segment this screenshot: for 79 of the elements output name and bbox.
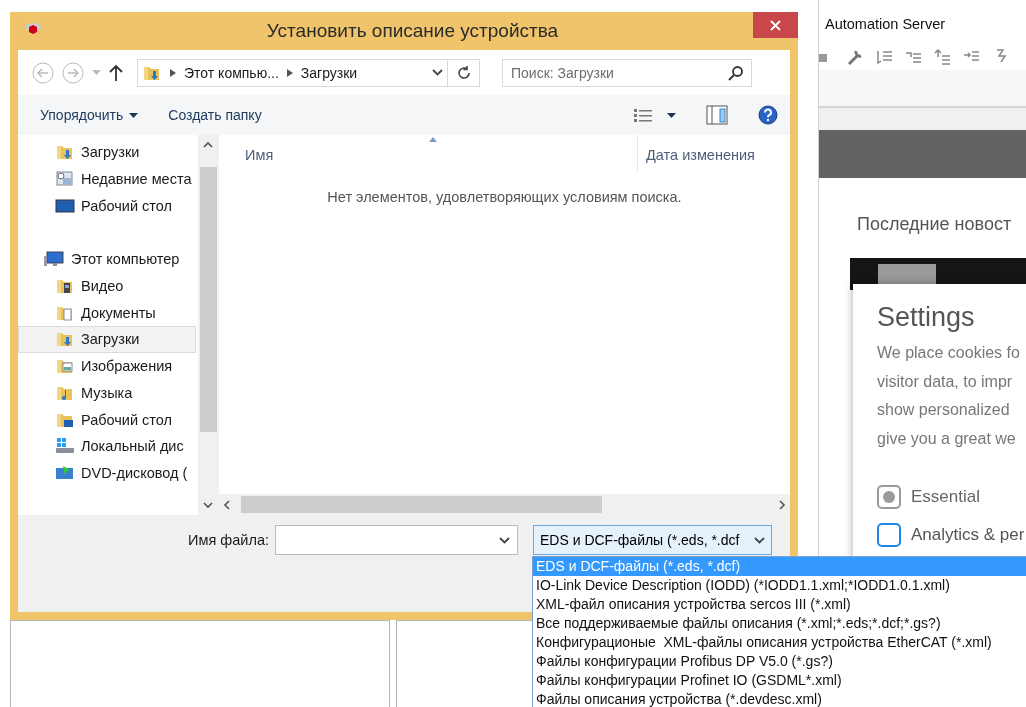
address-dropdown-icon: [432, 69, 443, 76]
scroll-down-icon[interactable]: [203, 501, 213, 509]
file-type-option[interactable]: Конфигурационые XML-файлы описания устройства EtherCAT (*.xml): [533, 633, 1026, 652]
help-icon[interactable]: [758, 105, 778, 125]
file-type-option[interactable]: Файлы конфигурации Profinet IO (GSDML*.xml): [533, 671, 1026, 690]
local-disk-icon: [55, 437, 75, 456]
cookie-text-line: We place cookies fo: [877, 343, 1021, 363]
nav-item[interactable]: Изображения: [18, 352, 196, 380]
file-type-option[interactable]: Все поддерживаемые файлы описания (*.xml;*.eds;*.dcf;*.gs?): [533, 614, 1026, 633]
search-icon: [728, 64, 744, 81]
file-type-option[interactable]: Файлы конфигурации Profibus DP V5.0 (*.gs?): [533, 652, 1026, 671]
nav-item[interactable]: Рабочий стол: [18, 406, 196, 433]
list-up-icon[interactable]: [933, 47, 953, 67]
scroll-left-icon[interactable]: [223, 499, 231, 510]
file-type-option[interactable]: IO-Link Device Description (IODD) (*IODD1.1.xml;*IODD1.0.1.xml): [533, 576, 1026, 595]
download-folder-icon: [55, 330, 75, 349]
search-field[interactable]: Поиск: Загрузки: [502, 58, 752, 87]
back-icon[interactable]: [32, 61, 54, 84]
breadcrumb-item[interactable]: Этот компью...: [184, 64, 279, 81]
app-title: Automation Server: [824, 15, 947, 34]
caret-icon: [129, 112, 139, 118]
file-name-dropdown-icon: [499, 537, 510, 544]
nav-item[interactable]: DVD-дисковод (: [18, 459, 196, 487]
scrollbar-thumb[interactable]: [241, 496, 602, 513]
scroll-up-icon[interactable]: [203, 141, 213, 149]
close-button[interactable]: [753, 12, 798, 38]
pictures-folder-icon: [55, 357, 75, 376]
column-header[interactable]: Дата изменения: [637, 135, 765, 171]
view-options-caret-icon: [667, 112, 676, 118]
consent-label: Essential: [911, 487, 980, 507]
empty-message: Нет элементов, удовлетворяющих условиям поиска.: [326, 189, 683, 205]
consent-label: Analytics & per: [911, 525, 1025, 545]
address-bar[interactable]: Этот компью... Загрузки: [137, 58, 448, 87]
preview-pane-icon[interactable]: [706, 105, 728, 125]
desktop-icon: [55, 196, 75, 215]
chevron-right-icon: [170, 68, 176, 77]
file-type-chevron-icon: [754, 536, 765, 544]
recent-places-icon: [55, 170, 75, 189]
nav-item[interactable]: Локальный дис: [18, 432, 196, 460]
scrollbar-thumb[interactable]: [199, 167, 217, 432]
close-icon: [770, 19, 781, 31]
refresh-button[interactable]: [448, 58, 480, 87]
download-folder-icon: [55, 143, 75, 162]
forward-icon[interactable]: [62, 61, 84, 84]
window-title: Установить описание устройства: [265, 20, 560, 42]
app-logo-icon: [24, 22, 42, 36]
nav-item[interactable]: Видео: [18, 272, 196, 300]
nav-item[interactable]: Документы: [18, 299, 196, 327]
file-name-field[interactable]: [275, 525, 518, 555]
news-heading: Последние новост: [856, 213, 1013, 236]
nav-item[interactable]: Недавние места: [18, 165, 196, 193]
refresh-icon: [456, 64, 471, 81]
cookie-text-line: visitor data, to impr: [877, 371, 1014, 392]
sort-arrow-icon: [429, 137, 437, 142]
nav-item[interactable]: Этот компьютер: [18, 246, 196, 273]
video-folder-icon: [55, 277, 75, 296]
computer-icon: [43, 250, 65, 269]
column-header[interactable]: Имя: [219, 147, 637, 171]
file-type-option[interactable]: Файлы описания устройства (*.devdesc.xml): [533, 690, 1026, 707]
dvd-drive-icon: [55, 463, 75, 482]
nav-item[interactable]: Загрузки: [18, 326, 196, 353]
nav-item[interactable]: Рабочий стол: [18, 192, 196, 220]
file-type-dropdown[interactable]: EDS и DCF-файлы (*.eds, *.dcf: [533, 525, 772, 555]
nav-item[interactable]: Музыка: [18, 379, 196, 407]
new-folder-button[interactable]: Создать папку: [160, 103, 270, 127]
file-name-label: Имя файла:: [187, 532, 270, 548]
cookie-text-line: give you a great we: [877, 428, 1017, 449]
view-details-icon[interactable]: [633, 107, 653, 123]
chevron-right-icon: [286, 68, 293, 77]
scroll-right-icon[interactable]: [778, 499, 786, 510]
breadcrumb-item[interactable]: Загрузки: [300, 64, 358, 81]
cookie-text-line: show personalized: [877, 400, 1011, 420]
file-type-option[interactable]: XML-файл описания устройства sercos III (*.xml): [533, 595, 1026, 614]
organize-menu-button[interactable]: Упорядочить: [32, 103, 147, 127]
consent-checkbox[interactable]: [877, 523, 901, 547]
recent-locations-caret-icon[interactable]: [92, 70, 101, 75]
cookie-settings-title: Settings: [877, 302, 976, 333]
nav-item[interactable]: Загрузки: [18, 139, 196, 166]
up-arrow-icon[interactable]: [109, 63, 123, 82]
